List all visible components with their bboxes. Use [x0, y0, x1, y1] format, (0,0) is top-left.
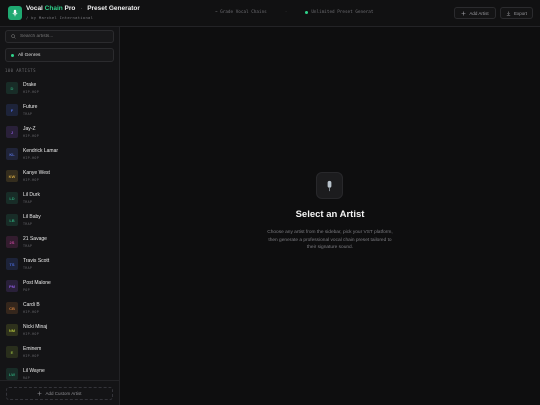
artist-avatar: LW — [6, 368, 18, 380]
artist-avatar: E — [6, 346, 18, 358]
sidebar-footer: Add Custom Artist — [0, 380, 119, 405]
empty-state-title: Select an Artist — [295, 209, 365, 220]
artist-avatar: KW — [6, 170, 18, 182]
artist-count: 100 ARTISTS — [5, 68, 36, 73]
header-badges: ~ Grade Vocal Chains · Unlimited Preset … — [215, 10, 374, 15]
artist-name: Lil Durk — [23, 192, 40, 198]
plus-icon — [461, 11, 466, 15]
artist-name: Eminem — [23, 346, 42, 352]
artist-item[interactable]: KL Kendrick Lamar HIP-HOP — [0, 145, 119, 166]
artist-avatar: LD — [6, 192, 18, 204]
artist-name: Cardi B — [23, 302, 40, 308]
add-artist-button[interactable]: Add Artist — [454, 7, 496, 19]
artist-avatar: NM — [6, 324, 18, 336]
download-icon — [506, 11, 511, 16]
search-icon — [11, 34, 16, 39]
search-box[interactable] — [5, 30, 114, 43]
sidebar: All Genres 100 ARTISTS D Drake HIP-HOP F Fut… — [0, 27, 120, 405]
empty-state-mic-icon — [316, 172, 343, 199]
artist-name: Post Malone — [23, 280, 51, 286]
artist-name: Travis Scott — [23, 258, 50, 264]
artist-avatar: TS — [6, 258, 18, 270]
artist-genre: POP — [23, 288, 30, 292]
artist-genre: HIP-HOP — [23, 310, 39, 314]
artist-avatar: PM — [6, 280, 18, 292]
artist-item[interactable]: 2S 21 Savage TRAP — [0, 233, 119, 254]
artist-name: Lil Baby — [23, 214, 41, 220]
artist-genre: HIP-HOP — [23, 156, 39, 160]
artist-item[interactable]: TS Travis Scott TRAP — [0, 255, 119, 276]
artist-genre: HIP-HOP — [23, 134, 39, 138]
artist-avatar: CB — [6, 302, 18, 314]
artist-item[interactable]: LB Lil Baby TRAP — [0, 211, 119, 232]
artist-item[interactable]: J Jay-Z HIP-HOP — [0, 123, 119, 144]
artist-genre: TRAP — [23, 222, 33, 226]
brand-accent: Chain — [44, 5, 63, 12]
artist-item[interactable]: NM Nicki Minaj HIP-HOP — [0, 321, 119, 342]
artist-item[interactable]: D Drake HIP-HOP — [0, 79, 119, 100]
artist-item[interactable]: F Future TRAP — [0, 101, 119, 122]
artist-item[interactable]: LW Lil Wayne RAP — [0, 365, 119, 380]
badge-grade: ~ Grade Vocal Chains — [215, 10, 267, 15]
artist-item[interactable]: PM Post Malone POP — [0, 277, 119, 298]
genre-dot — [11, 53, 14, 57]
artist-item[interactable]: E Eminem HIP-HOP — [0, 343, 119, 364]
artist-item[interactable]: LD Lil Durk TRAP — [0, 189, 119, 210]
artist-name: Jay-Z — [23, 126, 36, 132]
empty-state-description: Choose any artist from the sidebar, pick… — [267, 230, 393, 251]
badge-unlimited: Unlimited Preset Generat — [305, 10, 373, 15]
search-input[interactable] — [20, 34, 110, 39]
artist-genre: HIP-HOP — [23, 90, 39, 94]
artist-genre: TRAP — [23, 200, 33, 204]
artist-avatar: J — [6, 126, 18, 138]
artist-genre: HIP-HOP — [23, 178, 39, 182]
main-panel: Select an Artist Choose any artist from … — [120, 27, 540, 405]
status-dot — [305, 11, 309, 14]
artist-avatar: LB — [6, 214, 18, 226]
artist-name: Drake — [23, 82, 37, 88]
app-title: Vocal Chain Pro · Preset Generator — [26, 5, 140, 12]
genre-filter[interactable]: All Genres — [5, 48, 114, 62]
artist-name: Future — [23, 104, 38, 110]
artist-item[interactable]: KW Kanye West HIP-HOP — [0, 167, 119, 188]
artist-avatar: F — [6, 104, 18, 116]
byline: / by Marckel International — [26, 15, 94, 20]
page-name: Preset Generator — [87, 5, 140, 12]
artist-genre: TRAP — [23, 112, 33, 116]
artist-name: 21 Savage — [23, 236, 47, 242]
plus-icon — [37, 391, 42, 396]
export-button[interactable]: Export — [500, 7, 533, 19]
artist-avatar: D — [6, 82, 18, 94]
logo-mic-icon — [8, 6, 22, 20]
artist-name: Kendrick Lamar — [23, 148, 59, 154]
artist-name: Kanye West — [23, 170, 50, 176]
app-header: Vocal Chain Pro · Preset Generator / by … — [0, 0, 540, 27]
artist-genre: HIP-HOP — [23, 354, 39, 358]
artist-name: Nicki Minaj — [23, 324, 48, 330]
artist-avatar: KL — [6, 148, 18, 160]
artist-genre: TRAP — [23, 266, 33, 270]
artist-item[interactable]: CB Cardi B HIP-HOP — [0, 299, 119, 320]
add-custom-artist-button[interactable]: Add Custom Artist — [6, 387, 113, 400]
artist-avatar: 2S — [6, 236, 18, 248]
artist-genre: HIP-HOP — [23, 332, 39, 336]
artist-genre: TRAP — [23, 244, 33, 248]
artist-name: Lil Wayne — [23, 368, 45, 374]
artist-list: D Drake HIP-HOP F Future TRAP J Jay-Z HIP-HOP KL K… — [0, 77, 119, 380]
genre-selected: All Genres — [18, 52, 41, 58]
